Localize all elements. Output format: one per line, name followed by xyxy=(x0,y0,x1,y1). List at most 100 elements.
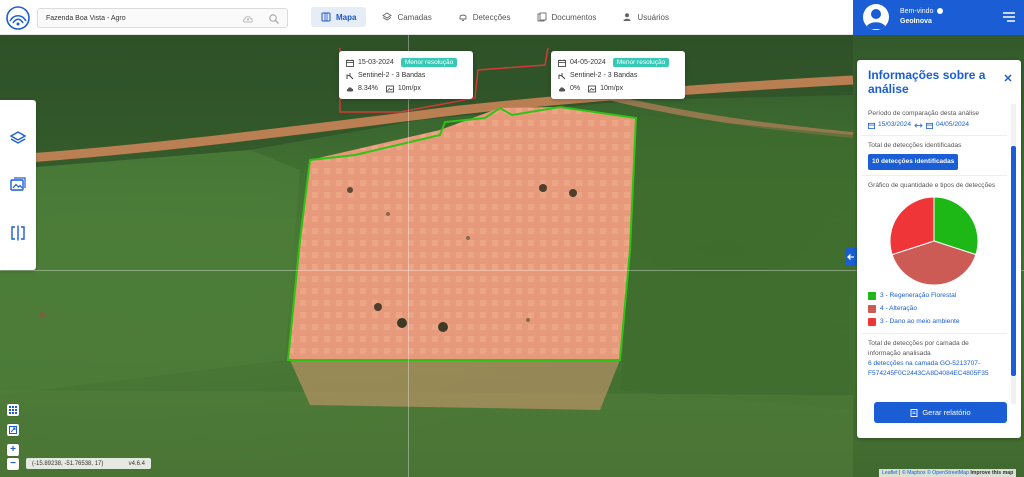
close-icon[interactable] xyxy=(1003,73,1013,83)
generate-report-button[interactable]: Gerar relatório xyxy=(874,402,1007,423)
compare-image-card-right[interactable]: 04-05-2024 Menor resolução Sentinel-2 - … xyxy=(551,51,685,99)
nav-map-label: Mapa xyxy=(336,12,357,22)
nav-documents[interactable]: Documentos xyxy=(527,7,607,27)
legend-label: 3 - Regeneração Florestal xyxy=(880,291,957,299)
search-icon[interactable] xyxy=(268,13,280,25)
image-gallery-icon[interactable] xyxy=(9,176,27,194)
nav-users-label: Usuários xyxy=(637,12,669,22)
period-label: Período de comparação desta análise xyxy=(868,110,980,117)
legend-swatch xyxy=(868,291,876,300)
image-icon xyxy=(385,85,394,92)
panel-body: Período de comparação desta análise 15/0… xyxy=(861,104,1007,404)
total-label: Total de detecções identificadas xyxy=(868,142,962,149)
document-icon xyxy=(910,408,918,417)
zoom-in-button[interactable]: + xyxy=(7,444,19,456)
calendar-icon xyxy=(346,59,354,67)
fullscreen-button[interactable] xyxy=(7,424,19,436)
analysis-info-panel: Informações sobre a análise Período de c… xyxy=(857,60,1021,438)
compare-image-card-left[interactable]: 15-03-2024 Menor resolução Sentinel-2 - … xyxy=(339,51,473,99)
map-icon xyxy=(321,12,331,22)
app-logo-icon[interactable] xyxy=(6,6,30,30)
period-start: 15/03/2024 xyxy=(878,121,912,128)
nav-detections[interactable]: Detecções xyxy=(448,7,521,27)
map-tools-toolbar xyxy=(0,100,36,270)
satellite-icon xyxy=(346,72,354,79)
arrow-left-icon xyxy=(847,254,854,260)
legend-label: 4 - Alteração xyxy=(880,304,918,312)
nav-layers[interactable]: Camadas xyxy=(372,7,441,27)
detections-pie-chart[interactable] xyxy=(888,195,980,287)
property-search-input[interactable] xyxy=(38,14,228,22)
layers-icon[interactable] xyxy=(9,129,27,147)
leaflet-link[interactable]: Leaflet xyxy=(882,470,898,476)
satellite-icon xyxy=(558,72,566,79)
main-nav: Mapa Camadas Detecções Documentos Usuári… xyxy=(311,7,679,27)
coordinates-readout: (-15.89238, -51.76538, 17) v4.6.4 xyxy=(26,458,151,469)
hamburger-menu-icon[interactable] xyxy=(1002,11,1016,23)
legend-item[interactable]: 3 - Regeneração Florestal xyxy=(868,289,1000,302)
period-range: 15/03/2024 04/05/2024 xyxy=(868,120,1000,130)
cloud-icon xyxy=(558,86,566,91)
calendar-icon xyxy=(926,122,933,129)
legend-item[interactable]: 4 - Alteração xyxy=(868,302,1000,315)
user-name: GeoInova xyxy=(900,18,932,25)
avatar[interactable] xyxy=(863,4,889,30)
layer-section: Total de detecções por camada de informa… xyxy=(861,333,1007,384)
nav-detections-label: Detecções xyxy=(472,12,511,22)
user-avatar-icon xyxy=(866,9,886,29)
total-section: Total de detecções identificadas 10 dete… xyxy=(861,135,1007,175)
grid-toggle-button[interactable] xyxy=(7,404,19,416)
image-date: 15-03-2024 xyxy=(358,59,394,66)
chart-label: Gráfico de quantidade e tipos de detecçõ… xyxy=(868,182,996,189)
nav-map[interactable]: Mapa xyxy=(311,7,367,27)
mapbox-link[interactable]: © Mapbox xyxy=(902,470,926,476)
cloud-coverage: 8.34% xyxy=(358,85,378,92)
grid-icon xyxy=(9,406,17,414)
calendar-icon xyxy=(868,122,875,129)
verified-icon xyxy=(937,8,944,15)
generate-report-label: Gerar relatório xyxy=(922,408,971,417)
chart-legend: 3 - Regeneração Florestal 4 - Alteração 3 … xyxy=(868,289,1000,328)
panel-scrollbar[interactable] xyxy=(1010,104,1017,404)
period-section: Período de comparação desta análise 15/0… xyxy=(861,104,1007,135)
cloud-upload-icon[interactable] xyxy=(242,13,254,25)
legend-label: 3 - Dano ao meio ambiente xyxy=(880,317,960,325)
user-icon xyxy=(623,13,631,21)
top-navigation-bar: Mapa Camadas Detecções Documentos Usuári… xyxy=(0,0,853,35)
legend-item[interactable]: 3 - Dano ao meio ambiente xyxy=(868,315,1000,328)
cloud-icon xyxy=(346,86,354,91)
welcome-greeting: Bem-vindo xyxy=(900,8,934,15)
osm-link[interactable]: © OpenStreetMap xyxy=(927,470,969,476)
property-search xyxy=(37,8,288,28)
user-header: Bem-vindo GeoInova xyxy=(853,0,1024,35)
nav-users[interactable]: Usuários xyxy=(612,7,679,27)
bell-icon xyxy=(459,14,467,21)
cloud-coverage: 0% xyxy=(570,85,581,92)
nav-layers-label: Camadas xyxy=(397,12,432,22)
sensor-label: Sentinel-2 - 3 Bandas xyxy=(358,72,426,79)
app-version: v4.6.4 xyxy=(128,460,145,467)
compare-split-icon[interactable] xyxy=(9,224,27,242)
scroll-thumb[interactable] xyxy=(1011,146,1016,376)
total-detections-badge[interactable]: 10 detecções identificadas xyxy=(868,154,959,170)
image-date: 04-05-2024 xyxy=(570,59,606,66)
chart-section: Gráfico de quantidade e tipos de detecçõ… xyxy=(861,175,1007,333)
image-icon xyxy=(588,85,597,92)
legend-swatch xyxy=(868,304,876,313)
coordinates-value: (-15.89238, -51.76538, 17) xyxy=(32,460,104,467)
image-resolution: 10m/px xyxy=(397,85,421,92)
sensor-label: Sentinel-2 - 3 Bandas xyxy=(570,72,638,79)
panel-collapse-button[interactable] xyxy=(845,248,857,266)
image-resolution: 10m/px xyxy=(600,85,624,92)
legend-swatch xyxy=(868,317,876,326)
layer-detections-link[interactable]: 6 detecções na camada GO-5213707-F574245… xyxy=(868,359,1000,379)
zoom-out-button[interactable]: − xyxy=(7,458,19,470)
resolution-badge: Menor resolução xyxy=(400,58,458,67)
panel-title: Informações sobre a análise xyxy=(868,68,986,96)
expand-icon xyxy=(9,426,17,434)
layer-label: Total de detecções por camada de informa… xyxy=(868,340,969,357)
calendar-icon xyxy=(558,59,566,67)
swap-arrows-icon xyxy=(914,122,923,128)
improve-map-link[interactable]: Improve this map xyxy=(970,470,1013,476)
map-attribution: Leaflet | © Mapbox © OpenStreetMap Impro… xyxy=(879,469,1017,477)
